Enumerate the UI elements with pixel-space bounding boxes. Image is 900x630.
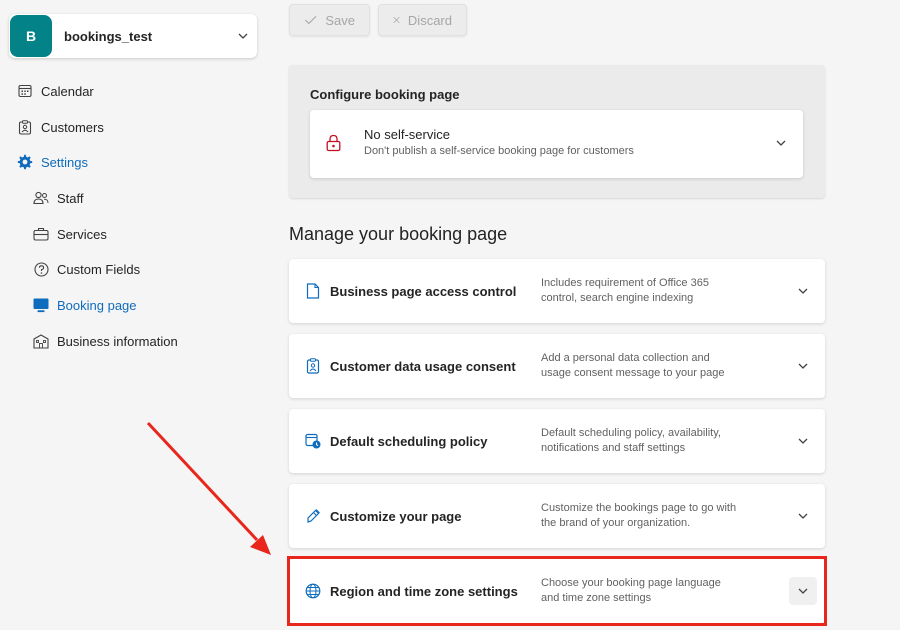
nav-item-services[interactable]: Services (33, 223, 107, 245)
chevron-down-icon (775, 136, 787, 154)
nav-label: Customers (41, 119, 104, 135)
nav-label: Business information (57, 333, 178, 349)
nav-item-calendar[interactable]: Calendar (17, 80, 94, 102)
row-title: Default scheduling policy (330, 434, 488, 449)
desktop-icon (33, 297, 49, 313)
chevron-down-icon (229, 30, 257, 42)
selected-option-desc: Don't publish a self-service booking pag… (364, 145, 634, 157)
document-icon (305, 283, 321, 299)
row-customize-your-page[interactable]: Customize your page Customize the bookin… (289, 484, 825, 548)
nav-label: Staff (57, 190, 84, 206)
clipboard-person-icon (17, 119, 33, 135)
row-desc: Customize the bookings page to go with t… (541, 502, 737, 529)
account-switcher[interactable]: B bookings_test (9, 14, 257, 58)
account-name: bookings_test (64, 28, 153, 44)
row-desc: Default scheduling policy, availability,… (541, 427, 721, 454)
avatar: B (10, 15, 52, 57)
row-desc: Includes requirement of Office 365 contr… (541, 277, 709, 304)
row-desc: Choose your booking page language and ti… (541, 577, 721, 604)
nav-label: Calendar (41, 83, 94, 99)
lock-icon (326, 134, 341, 157)
nav-label: Booking page (57, 297, 137, 313)
save-label: Save (325, 12, 355, 28)
chevron-down-icon[interactable] (789, 577, 817, 605)
chevron-down-icon[interactable] (789, 277, 817, 305)
checkmark-icon (304, 15, 317, 25)
nav-item-staff[interactable]: Staff (33, 187, 84, 209)
nav-item-booking-page[interactable]: Booking page (33, 294, 137, 316)
gear-icon (17, 154, 33, 170)
nav-label: Settings (41, 154, 88, 170)
nav-item-custom-fields[interactable]: Custom Fields (33, 258, 140, 280)
calendar-clock-icon (305, 433, 321, 449)
nav-label: Services (57, 226, 107, 242)
row-region-and-time-zone-settings[interactable]: Region and time zone settings Choose you… (289, 559, 825, 623)
row-title: Business page access control (330, 284, 517, 299)
row-default-scheduling-policy[interactable]: Default scheduling policy Default schedu… (289, 409, 825, 473)
chevron-down-icon[interactable] (789, 502, 817, 530)
self-service-dropdown[interactable]: No self-service Don't publish a self-ser… (310, 110, 803, 178)
selected-option-title: No self-service (364, 127, 450, 142)
row-title: Customer data usage consent (330, 359, 516, 374)
row-business-page-access-control[interactable]: Business page access control Includes re… (289, 259, 825, 323)
discard-label: Discard (407, 12, 452, 28)
nav-label: Custom Fields (57, 261, 141, 277)
row-title: Region and time zone settings (330, 584, 518, 599)
globe-icon (305, 583, 321, 599)
discard-button[interactable]: Discard (378, 4, 467, 36)
nav-item-business-information[interactable]: Business information (33, 330, 178, 352)
question-circle-icon (33, 261, 49, 277)
briefcase-icon (33, 226, 49, 242)
calendar-icon (17, 83, 33, 99)
row-title: Customize your page (330, 509, 462, 524)
section-heading: Manage your booking page (289, 224, 508, 244)
nav-item-settings[interactable]: Settings (17, 151, 88, 173)
chevron-down-icon[interactable] (789, 352, 817, 380)
save-button[interactable]: Save (289, 4, 370, 36)
row-desc: Add a personal data collection and usage… (541, 352, 725, 379)
nav-item-customers[interactable]: Customers (17, 116, 104, 138)
building-icon (33, 333, 49, 349)
row-customer-data-usage-consent[interactable]: Customer data usage consent Add a person… (289, 334, 825, 398)
close-icon (393, 16, 400, 24)
clipboard-person-icon (305, 358, 321, 374)
paint-brush-icon (305, 508, 321, 524)
configure-booking-page-card: Configure booking page No self-service D… (289, 65, 825, 198)
chevron-down-icon[interactable] (789, 427, 817, 455)
configure-title: Configure booking page (310, 87, 460, 102)
people-icon (33, 190, 49, 206)
